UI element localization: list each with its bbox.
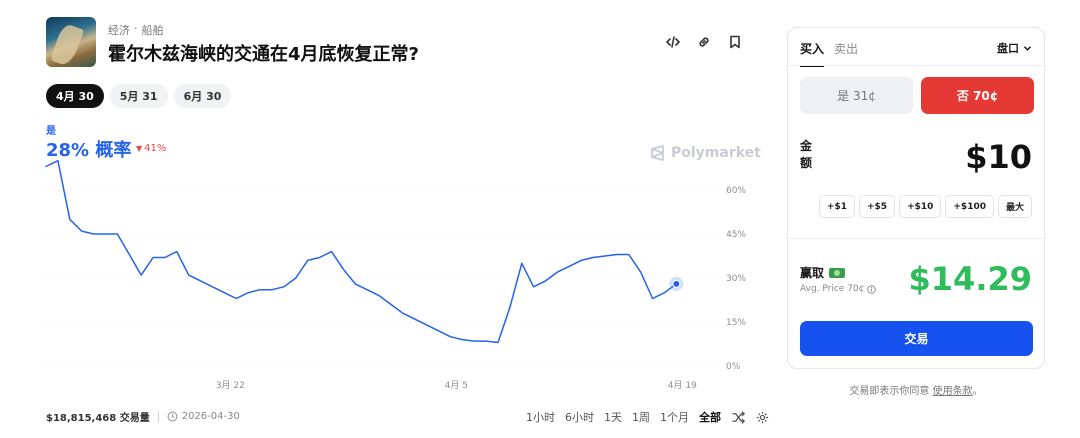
order-type-label: 盘口	[997, 42, 1019, 55]
end-date-text: 2026-04-30	[181, 411, 240, 422]
to-win-value: $14.29	[908, 260, 1032, 298]
shuffle-icon[interactable]	[731, 410, 745, 424]
no-outcome-button[interactable]: 否 70¢	[921, 77, 1034, 114]
time-range-tabs: 1小时 6小时 1天 1周 1个月 全部	[526, 409, 769, 425]
y-tick-label: 15%	[726, 318, 746, 328]
tabs-divider	[788, 65, 1044, 66]
terms-prefix: 交易即表示你同意	[849, 386, 930, 397]
to-win-label: 赢取	[800, 264, 846, 281]
link-icon[interactable]	[695, 33, 713, 51]
breadcrumb: 经济 · 船舶	[108, 22, 164, 38]
quick-add-100-button[interactable]: +$100	[945, 195, 994, 218]
market-footer: $18,815,468 交易量 2026-04-30	[46, 409, 240, 424]
info-icon[interactable]	[867, 284, 877, 294]
terms-link[interactable]: 使用条款	[933, 386, 973, 397]
range-all[interactable]: 全部	[699, 409, 721, 425]
quick-amount-buttons: +$1 +$5 +$10 +$100 最大	[818, 195, 1032, 218]
probability-change: ▼ 41%	[136, 143, 166, 154]
watermark-text: Polymarket	[671, 145, 761, 161]
polymarket-logo-icon	[651, 145, 664, 161]
amount-label: 金额	[800, 139, 813, 170]
range-6h[interactable]: 6小时	[565, 409, 594, 425]
range-1m[interactable]: 1个月	[660, 409, 689, 425]
trade-button[interactable]: 交易	[800, 321, 1033, 356]
amount-divider	[788, 238, 1044, 239]
chevron-down-icon	[1024, 45, 1031, 51]
down-triangle-icon: ▼	[136, 144, 143, 153]
bookmark-icon[interactable]	[726, 33, 744, 51]
breadcrumb-category[interactable]: 经济	[108, 22, 130, 38]
tab-sell[interactable]: 卖出	[834, 40, 858, 67]
market-title: 霍尔木兹海峡的交通在4月底恢复正常?	[108, 44, 419, 65]
x-tick-label: 4月 5	[445, 380, 468, 391]
x-tick-label: 3月 22	[216, 380, 245, 391]
quick-add-5-button[interactable]: +$5	[858, 195, 896, 218]
terms-suffix: 。	[972, 386, 983, 397]
quick-add-10-button[interactable]: +$10	[899, 195, 942, 218]
clock-icon	[167, 411, 178, 422]
range-1h[interactable]: 1小时	[526, 409, 555, 425]
amount-input[interactable]: $10	[965, 138, 1032, 176]
to-win-text: 赢取	[800, 266, 825, 280]
probability-chart[interactable]: 0% 15% 30% 45% 60% 3月 22 4月 5 4月 19	[40, 159, 760, 391]
embed-icon[interactable]	[664, 33, 682, 51]
breadcrumb-separator: ·	[134, 22, 138, 35]
probability-change-value: 41%	[144, 143, 167, 154]
end-date: 2026-04-30	[167, 411, 240, 422]
breadcrumb-subcategory[interactable]: 船舶	[142, 22, 164, 38]
y-tick-label: 60%	[726, 186, 746, 196]
date-tab-may-31[interactable]: 5月 31	[109, 84, 168, 108]
market-thumbnail	[46, 17, 96, 67]
date-tab-apr-30[interactable]: 4月 30	[46, 84, 104, 108]
range-1d[interactable]: 1天	[604, 409, 622, 425]
header-actions	[664, 33, 744, 51]
avg-price: Avg. Price 70¢	[800, 284, 877, 294]
order-type-dropdown[interactable]: 盘口	[997, 40, 1032, 56]
avg-price-text: Avg. Price 70¢	[800, 284, 865, 294]
outcome-label: 是	[46, 126, 56, 137]
volume-text: $18,815,468 交易量	[46, 413, 150, 424]
y-tick-label: 45%	[726, 230, 746, 240]
footer-divider	[157, 411, 159, 422]
money-icon	[829, 267, 846, 278]
y-tick-label: 0%	[726, 362, 741, 372]
probability-value: 28% 概率	[46, 140, 132, 161]
max-amount-button[interactable]: 最大	[997, 195, 1032, 218]
terms-notice: 交易即表示你同意 使用条款。	[787, 382, 1045, 397]
tab-buy[interactable]: 买入	[800, 40, 825, 67]
x-tick-label: 4月 19	[668, 380, 697, 391]
date-tabs: 4月 30 5月 31 6月 30	[46, 84, 232, 108]
quick-add-1-button[interactable]: +$1	[818, 195, 855, 218]
y-tick-label: 30%	[726, 274, 746, 284]
date-tab-jun-30[interactable]: 6月 30	[173, 84, 232, 108]
trade-tabs: 买入 卖出	[800, 40, 858, 67]
trade-panel: 买入 卖出 盘口 是 31¢ 否 70¢ 金额 $10 +$1 +$5 +$10…	[787, 27, 1045, 369]
range-1w[interactable]: 1周	[632, 409, 650, 425]
settings-icon[interactable]	[755, 410, 769, 424]
yes-outcome-button[interactable]: 是 31¢	[800, 77, 913, 114]
last-point-marker	[672, 279, 681, 288]
series-line	[45, 159, 678, 344]
outcome-buttons: 是 31¢ 否 70¢	[800, 77, 1034, 114]
polymarket-watermark: Polymarket	[650, 145, 761, 161]
